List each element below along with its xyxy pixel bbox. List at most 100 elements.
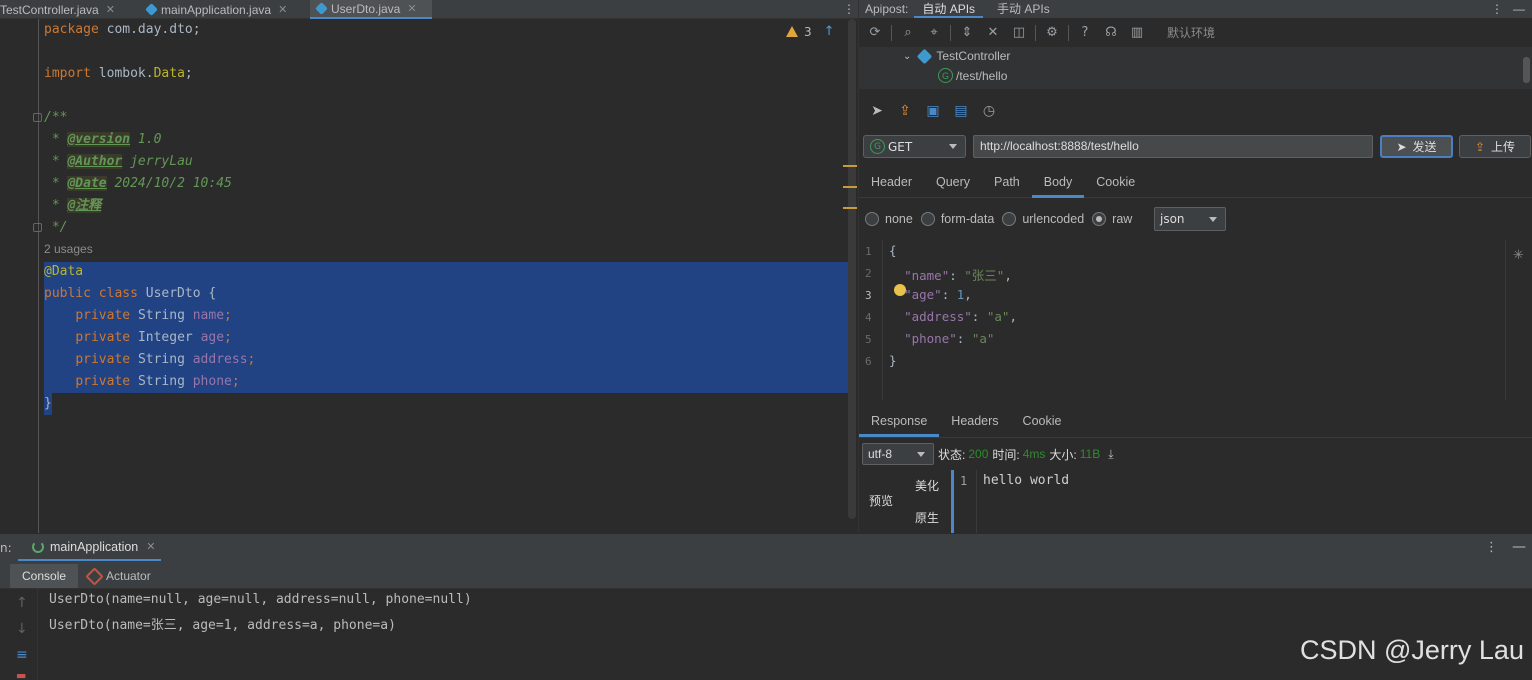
export-icon[interactable]: ⇪ [895, 101, 915, 121]
more-options-icon[interactable]: ⋮ [843, 0, 855, 19]
code-line-doc-date: * @Date 2024/10/2 10:45 [44, 176, 232, 191]
tab-auto-apis[interactable]: 自动 APIs [914, 0, 984, 18]
request-toolbar: ➤ ⇪ ▣ ▤ ◷ [859, 100, 1532, 122]
upload-button-label: 上传 [1491, 140, 1516, 154]
clear-console-icon[interactable]: ▬ [16, 669, 26, 680]
inspection-widget[interactable]: 3 ↑ ↓ [786, 24, 857, 39]
body-format-select[interactable]: json [1154, 207, 1226, 231]
document-icon[interactable]: ▤ [951, 101, 971, 121]
run-config-tab[interactable]: mainApplication ✕ [18, 534, 162, 562]
upload-button[interactable]: ⇪ 上传 [1459, 135, 1531, 158]
time-label: 时间: [992, 447, 1020, 462]
tab-mainapplication[interactable]: mainApplication.java ✕ [142, 0, 308, 19]
request-tabs: Header Query Path Body Cookie [859, 168, 1532, 198]
tab-testcontroller[interactable]: TestController.java ✕ [0, 0, 134, 19]
scroll-down-icon[interactable]: ↓ [16, 621, 28, 637]
body-format-value: json [1160, 212, 1185, 226]
response-text[interactable]: hello world [983, 473, 1069, 488]
split-view-icon[interactable]: ◫ [1009, 23, 1029, 43]
tab-response[interactable]: Response [859, 407, 940, 437]
locate-icon[interactable]: ⌖ [924, 23, 944, 43]
search-icon[interactable]: ⌕ [898, 23, 918, 43]
code-line-field: private Integer age; [75, 330, 232, 345]
tab-label: mainApplication.java [161, 2, 272, 17]
save-icon[interactable]: ▣ [923, 101, 943, 121]
environment-selector[interactable]: 默认环境 [1167, 24, 1215, 41]
tree-scrollbar[interactable] [1523, 57, 1530, 83]
tab-manual-apis[interactable]: 手动 APIs [989, 0, 1058, 18]
layout-icon[interactable]: ▥ [1127, 23, 1147, 43]
history-icon[interactable]: ◷ [979, 101, 999, 121]
previous-highlight-icon[interactable]: ↑ [824, 24, 835, 39]
radio-none[interactable] [865, 212, 879, 226]
warning-stripe-marker[interactable] [843, 207, 857, 209]
console-tab-bar: Console Actuator [0, 561, 1532, 589]
close-icon[interactable]: ✕ [146, 540, 155, 553]
tab-console[interactable]: Console [10, 564, 79, 588]
tab-userdto[interactable]: UserDto.java ✕ [310, 0, 432, 19]
chevron-down-icon[interactable]: ⌄ [903, 51, 911, 62]
refresh-icon[interactable]: ⟳ [865, 23, 885, 43]
code-editor[interactable]: TestController.java ✕ mainApplication.ja… [0, 0, 858, 533]
send-button-label: 发送 [1412, 140, 1437, 154]
method-select[interactable]: G GET [863, 135, 966, 158]
fold-icon[interactable] [33, 223, 42, 232]
settings-icon[interactable]: ⚙ [1042, 23, 1062, 43]
more-options-icon[interactable]: ⋮ [1491, 2, 1503, 16]
tab-header[interactable]: Header [859, 168, 924, 198]
editor-scrollbar[interactable] [848, 19, 856, 519]
tree-node-label: TestController [936, 49, 1011, 63]
tab-query[interactable]: Query [924, 168, 982, 198]
collapse-all-icon[interactable]: ✕ [983, 23, 1003, 43]
minimize-icon[interactable]: — [1512, 539, 1526, 555]
body-editor[interactable]: 1 2 3 4 5 6 { "name": "张三", "age": 1, "a… [859, 240, 1506, 400]
line-number: 6 [865, 355, 872, 368]
tree-node-controller[interactable]: ⌄ TestController [903, 48, 1011, 64]
tab-body[interactable]: Body [1031, 168, 1085, 198]
charset-select[interactable]: utf-8 [862, 443, 934, 465]
watermark: CSDN @Jerry Lau [1300, 635, 1524, 665]
radio-form-data[interactable] [920, 212, 935, 226]
usages-hint[interactable]: 2 usages [44, 242, 93, 256]
view-preview-button[interactable]: 预览 [869, 492, 893, 509]
console-output-line: UserDto(name=null, age=null, address=nul… [49, 592, 472, 607]
chevron-down-icon [1209, 217, 1217, 222]
view-raw-button[interactable]: 原生 [915, 509, 939, 526]
run-panel-header: n: mainApplication ✕ ⋮ — [0, 533, 1532, 562]
warning-stripe-marker[interactable] [843, 186, 857, 188]
warning-stripe-marker[interactable] [843, 165, 857, 167]
tab-cookie[interactable]: Cookie [1084, 168, 1147, 198]
minimize-icon[interactable]: — [1513, 2, 1525, 16]
help-icon[interactable]: ? [1075, 23, 1095, 43]
send-icon[interactable]: ➤ [867, 101, 887, 121]
radio-raw[interactable] [1092, 212, 1107, 226]
tab-response-cookie[interactable]: Cookie [1011, 407, 1074, 437]
chevron-down-icon [949, 144, 957, 149]
spring-class-icon [145, 3, 158, 16]
more-options-icon[interactable]: ⋮ [1485, 540, 1498, 555]
expand-all-icon[interactable]: ⇕ [957, 23, 977, 43]
headset-icon[interactable]: ☊ [1101, 23, 1121, 43]
tab-path[interactable]: Path [982, 168, 1032, 198]
url-input[interactable]: http://localhost:8888/test/hello [973, 135, 1373, 158]
send-button[interactable]: ➤ 发送 [1380, 135, 1453, 158]
view-pretty-button[interactable]: 美化 [915, 477, 939, 494]
line-number: 3 [865, 289, 872, 302]
download-icon[interactable]: ⤓ [1108, 447, 1113, 462]
json-line: } [889, 353, 897, 368]
tree-node-endpoint[interactable]: G /test/hello [938, 68, 1007, 83]
fold-icon[interactable] [33, 113, 42, 122]
radio-urlencoded[interactable] [1002, 212, 1017, 226]
scroll-up-icon[interactable]: ↑ [16, 595, 28, 611]
close-icon[interactable]: ✕ [278, 3, 287, 16]
tab-label: TestController.java [0, 2, 99, 17]
tab-actuator[interactable]: Actuator [85, 564, 151, 588]
close-icon[interactable]: ✕ [106, 3, 115, 16]
soft-wrap-icon[interactable]: ≡ [16, 647, 28, 663]
tab-response-headers[interactable]: Headers [939, 407, 1010, 437]
gutter-divider [38, 19, 39, 533]
close-icon[interactable]: ✕ [407, 2, 416, 15]
size-label: 大小: [1049, 447, 1077, 462]
loading-icon: ✳ [1513, 248, 1524, 263]
code-line-doc-author: * @Author jerryLau [44, 154, 193, 169]
